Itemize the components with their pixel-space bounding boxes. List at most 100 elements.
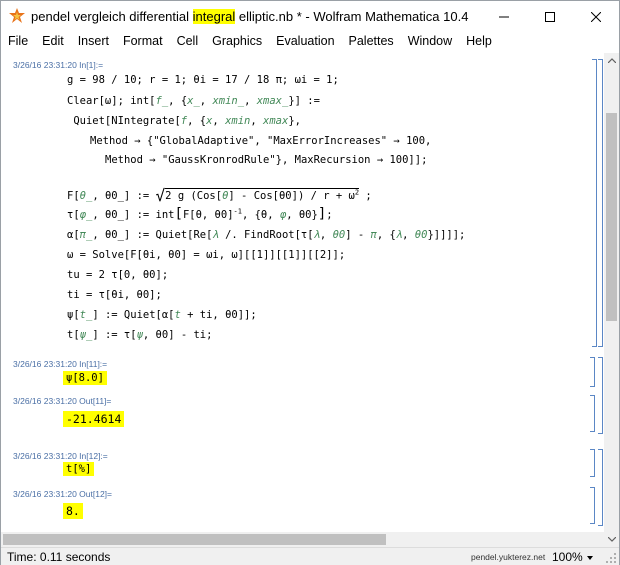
code-pattern: xmax_	[256, 95, 289, 107]
status-site: pendel.yukterez.net	[471, 552, 546, 562]
cell-label-in11: 3/26/16 23:31:20 In[11]:=	[13, 359, 108, 369]
group-bracket[interactable]	[598, 449, 603, 526]
cell-bracket[interactable]	[592, 59, 597, 347]
code-pattern: θ0	[332, 229, 346, 241]
resize-grip-icon[interactable]	[605, 552, 617, 564]
menu-insert[interactable]: Insert	[71, 32, 116, 52]
code-token: ψ[	[67, 309, 80, 321]
code-pattern: xmin_	[212, 95, 245, 107]
zoom-dropdown-icon[interactable]	[586, 550, 594, 564]
group-bracket[interactable]	[598, 357, 603, 434]
cell-bracket[interactable]	[590, 449, 595, 477]
maximize-button[interactable]	[527, 1, 573, 32]
code-pattern: xmin	[225, 115, 251, 127]
output-value-11: -21.4614	[63, 411, 125, 427]
code-token: , θ0}	[286, 209, 318, 221]
menu-window[interactable]: Window	[401, 32, 459, 52]
minimize-button[interactable]	[481, 1, 527, 32]
code-line[interactable]: g = 98 / 10; r = 1; θi = 17 / 18 π; ωi =…	[67, 74, 339, 86]
menu-graphics[interactable]: Graphics	[205, 32, 269, 52]
cell-label-in12: 3/26/16 23:31:20 In[12]:=	[13, 451, 108, 461]
close-icon	[591, 11, 601, 22]
vertical-scroll-thumb[interactable]	[606, 113, 617, 321]
scroll-up-button[interactable]	[604, 53, 619, 68]
code-line[interactable]: ψ[t_] := Quiet[α[t + ti, θ0]];	[67, 309, 257, 321]
code-pattern: f_	[155, 95, 169, 107]
code-line[interactable]: Method → "GaussKronrodRule"}, MaxRecursi…	[105, 154, 427, 166]
code-pattern: t_	[79, 309, 93, 321]
menu-format[interactable]: Format	[116, 32, 170, 52]
code-token: /. FindRoot[τ[	[218, 229, 314, 241]
menu-bar: File Edit Insert Format Cell Graphics Ev…	[1, 32, 619, 52]
code-line[interactable]: ti = τ[θi, θ0];	[67, 289, 162, 301]
cell-bracket[interactable]	[590, 487, 595, 524]
zoom-level[interactable]: 100%	[552, 550, 583, 564]
code-exponent: -1	[233, 207, 242, 216]
code-token: ,	[244, 95, 257, 107]
bracket-open: [	[174, 206, 183, 222]
group-bracket[interactable]	[598, 59, 603, 347]
menu-cell[interactable]: Cell	[170, 32, 206, 52]
input-cell-12[interactable]: t[%]	[63, 462, 95, 476]
vertical-scrollbar[interactable]	[604, 53, 619, 547]
code-pattern: π_	[79, 229, 93, 241]
code-line[interactable]: tu = 2 τ[0, θ0];	[67, 269, 168, 281]
cell-bracket[interactable]	[590, 395, 595, 432]
minimize-icon	[499, 16, 509, 17]
code-token: ;	[326, 209, 333, 221]
code-token: , θ0_] := Quiet[Re[	[92, 229, 213, 241]
code-pattern: φ_	[79, 209, 93, 221]
code-token: },	[288, 115, 301, 127]
code-token: , {θ,	[241, 209, 280, 221]
code-pattern: θ0	[414, 229, 428, 241]
code-token: Clear[ω]; int[	[67, 95, 156, 107]
output-cell-11[interactable]: -21.4614	[63, 411, 125, 427]
sqrt-icon: √	[155, 186, 166, 205]
code-line[interactable]: Clear[ω]; int[f_, {x_, xmin_, xmax_}] :=	[67, 95, 320, 107]
code-line[interactable]: t[ψ_] := τ[ψ, θ0] - ti;	[67, 329, 212, 341]
mathematica-logo-icon	[9, 8, 25, 23]
code-pattern: xmax	[263, 115, 289, 127]
chevron-down-icon	[607, 537, 616, 542]
cell-label-out11: 3/26/16 23:31:20 Out[11]=	[13, 396, 112, 406]
chevron-up-icon	[607, 58, 616, 63]
evaluation-time: Time: 0.11 seconds	[7, 550, 111, 564]
cell-bracket[interactable]	[590, 357, 595, 387]
code-token: , {	[187, 115, 207, 127]
output-value-12: 8.	[63, 503, 83, 519]
code-pattern: x_	[187, 95, 200, 107]
horizontal-scroll-thumb[interactable]	[3, 534, 386, 545]
title-text-after: elliptic.nb * - Wolfram Mathematica 10.4	[235, 9, 469, 24]
code-line[interactable]: F[θ_, θ0_] := √2 g (Cos[θ] - Cos[θ0]) / …	[67, 184, 372, 205]
input-cell-11[interactable]: ψ[8.0]	[63, 371, 107, 385]
menu-help[interactable]: Help	[459, 32, 499, 52]
title-bar: pendel vergleich differential integral e…	[1, 1, 619, 32]
code-token: , θ0_] := int	[92, 209, 175, 221]
window-title: pendel vergleich differential integral e…	[31, 9, 468, 24]
code-token: t[	[67, 329, 80, 341]
cell-label-in1: 3/26/16 23:31:20 In[1]:=	[13, 60, 104, 70]
horizontal-scrollbar[interactable]	[1, 532, 604, 547]
code-line[interactable]: Method → {"GlobalAdaptive", "MaxErrorInc…	[90, 135, 431, 147]
close-button[interactable]	[573, 1, 619, 32]
code-token: Quiet[NIntegrate[	[67, 115, 181, 127]
menu-evaluation[interactable]: Evaluation	[269, 32, 341, 52]
code-token: ] := Quiet[α[	[92, 309, 175, 321]
code-token: , {	[168, 95, 188, 107]
code-line[interactable]: α[π_, θ0_] := Quiet[Re[λ /. FindRoot[τ[λ…	[67, 229, 465, 241]
notebook-area[interactable]: 3/26/16 23:31:20 In[1]:= g = 98 / 10; r …	[1, 53, 604, 547]
menu-edit[interactable]: Edit	[35, 32, 71, 52]
input-code-12: t[%]	[63, 462, 95, 476]
menu-palettes[interactable]: Palettes	[342, 32, 401, 52]
sqrt-radicand: 2 g (Cos[θ] - Cos[θ0]) / r + ω2	[165, 188, 360, 202]
status-bar: Time: 0.11 seconds pendel.yukterez.net 1…	[1, 547, 619, 565]
scroll-down-button[interactable]	[604, 532, 619, 547]
code-token: ] := τ[	[92, 329, 137, 341]
code-line[interactable]: Quiet[NIntegrate[f, {x, xmin, xmax},	[67, 115, 301, 127]
code-token: , θ0] - ti;	[142, 329, 213, 341]
code-line[interactable]: τ[φ_, θ0_] := int[F[θ, θ0]-1, {θ, φ, θ0}…	[67, 206, 333, 222]
output-cell-12[interactable]: 8.	[63, 503, 83, 519]
title-highlight: integral	[192, 9, 236, 24]
menu-file[interactable]: File	[1, 32, 35, 52]
code-line[interactable]: ω = Solve[F[θi, θ0] = ωi, ω][[1]][[1]][[…	[67, 249, 345, 261]
